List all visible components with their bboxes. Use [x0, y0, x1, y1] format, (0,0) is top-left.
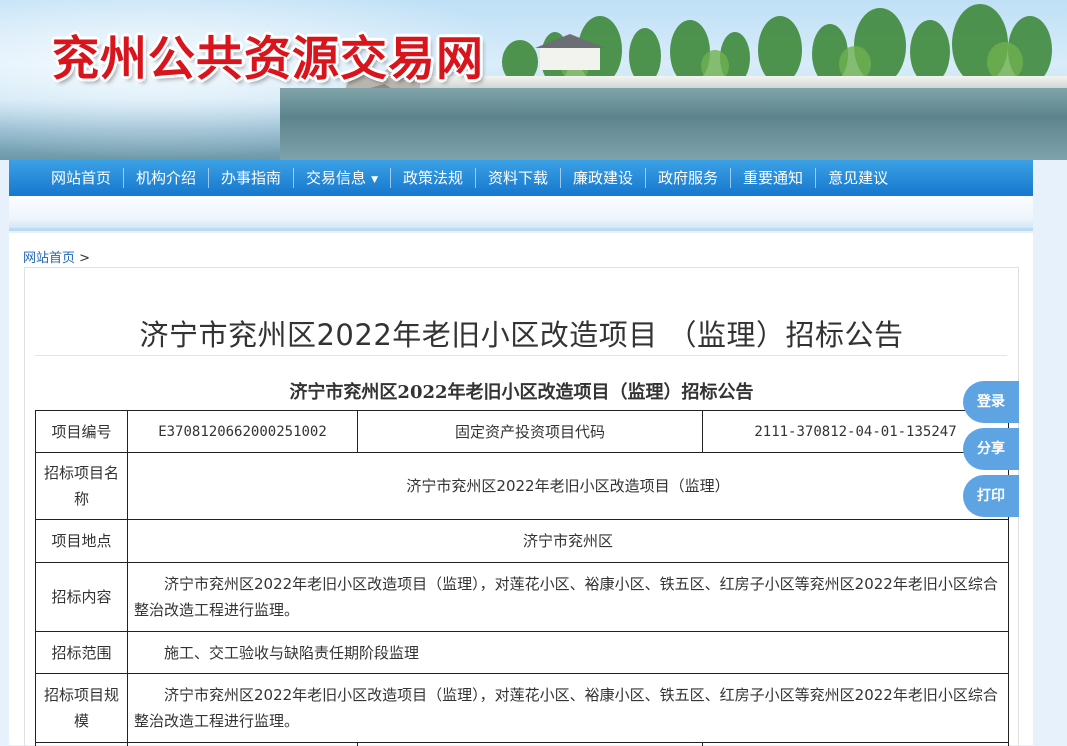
nav-item-download[interactable]: 资料下载 — [475, 168, 560, 188]
nav-item-label: 资料下载 — [488, 169, 548, 187]
table-cell-label: 招标项目规模 — [36, 674, 128, 743]
article-box: 济宁市兖州区2022年老旧小区改造项目 （监理）招标公告 济宁市兖州区2022年… — [24, 267, 1019, 746]
table-cell-label: 项目编号 — [36, 411, 128, 453]
breadcrumb-home-link[interactable]: 网站首页 — [23, 251, 75, 266]
table-row: 招标内容 济宁市兖州区2022年老旧小区改造项目（监理），对莲花小区、裕康小区、… — [36, 563, 1009, 632]
breadcrumb: 网站首页 > — [23, 247, 90, 266]
site-banner: 兖州公共资源交易网 — [0, 0, 1067, 160]
table-cell-value: E3708120662000251002 — [128, 411, 358, 453]
table-row: 招标项目规模 济宁市兖州区2022年老旧小区改造项目（监理），对莲花小区、裕康小… — [36, 674, 1009, 743]
nav-item-label: 重要通知 — [743, 169, 803, 187]
nav-item-trade-info[interactable]: 交易信息 ▼ — [293, 168, 390, 188]
nav-item-label: 办事指南 — [221, 169, 281, 187]
document-title: 济宁市兖州区2022年老旧小区改造项目（监理）招标公告 — [25, 378, 1018, 404]
login-button[interactable]: 登录 — [963, 381, 1019, 423]
main-nav: 网站首页 机构介绍 办事指南 交易信息 ▼ 政策法规 资料下载 廉政建设 政府服务… — [9, 160, 1033, 196]
table-cell-value: 济宁市兖州区2022年老旧小区改造项目（监理），对莲花小区、裕康小区、铁五区、红… — [128, 674, 1009, 743]
table-row — [36, 743, 1009, 746]
table-row: 项目编号 E3708120662000251002 固定资产投资项目代码 211… — [36, 411, 1009, 453]
table-row: 招标项目名称 济宁市兖州区2022年老旧小区改造项目（监理） — [36, 453, 1009, 520]
nav-item-guide[interactable]: 办事指南 — [208, 168, 293, 188]
table-row: 招标范围 施工、交工验收与缺陷责任期阶段监理 — [36, 632, 1009, 674]
table-cell-value: 济宁市兖州区2022年老旧小区改造项目（监理） — [128, 453, 1009, 520]
trees-graphic — [480, 0, 1067, 84]
table-cell-label: 招标项目名称 — [36, 453, 128, 520]
nav-item-feedback[interactable]: 意见建议 — [815, 168, 900, 188]
table-cell-label: 项目地点 — [36, 520, 128, 563]
table-cell-value: 施工、交工验收与缺陷责任期阶段监理 — [128, 632, 1009, 674]
table-cell-value: 济宁市兖州区 — [128, 520, 1009, 563]
nav-item-label: 意见建议 — [828, 169, 888, 187]
nav-item-label: 机构介绍 — [136, 169, 196, 187]
nav-item-integrity[interactable]: 廉政建设 — [560, 168, 645, 188]
table-cell-label: 固定资产投资项目代码 — [358, 411, 703, 453]
sub-nav-bar — [9, 196, 1033, 231]
page-title: 济宁市兖州区2022年老旧小区改造项目 （监理）招标公告 — [25, 312, 1018, 354]
nav-item-policy[interactable]: 政策法规 — [390, 168, 475, 188]
breadcrumb-separator: > — [79, 251, 90, 266]
nav-item-notice[interactable]: 重要通知 — [730, 168, 815, 188]
lake-water — [280, 88, 1067, 160]
table-cell-value: 济宁市兖州区2022年老旧小区改造项目（监理），对莲花小区、裕康小区、铁五区、红… — [128, 563, 1009, 632]
table-row: 项目地点 济宁市兖州区 — [36, 520, 1009, 563]
table-cell-label: 招标范围 — [36, 632, 128, 674]
title-divider — [35, 355, 1007, 356]
share-button[interactable]: 分享 — [963, 428, 1019, 470]
nav-item-label: 政策法规 — [403, 169, 463, 187]
nav-item-label: 政府服务 — [658, 169, 718, 187]
tender-info-table: 项目编号 E3708120662000251002 固定资产投资项目代码 211… — [35, 410, 1009, 746]
nav-item-home[interactable]: 网站首页 — [42, 168, 123, 188]
print-button[interactable]: 打印 — [963, 475, 1019, 517]
nav-item-label: 交易信息 — [306, 169, 366, 187]
nav-item-gov-service[interactable]: 政府服务 — [645, 168, 730, 188]
site-title: 兖州公共资源交易网 — [52, 20, 484, 89]
nav-item-label: 廉政建设 — [573, 169, 633, 187]
chevron-down-icon: ▼ — [371, 175, 378, 185]
table-cell-label: 招标内容 — [36, 563, 128, 632]
nav-item-about[interactable]: 机构介绍 — [123, 168, 208, 188]
nav-item-label: 网站首页 — [51, 169, 111, 187]
content-panel: 网站首页 > 济宁市兖州区2022年老旧小区改造项目 （监理）招标公告 济宁市兖… — [9, 233, 1033, 745]
lakeside-wall — [420, 76, 1067, 88]
